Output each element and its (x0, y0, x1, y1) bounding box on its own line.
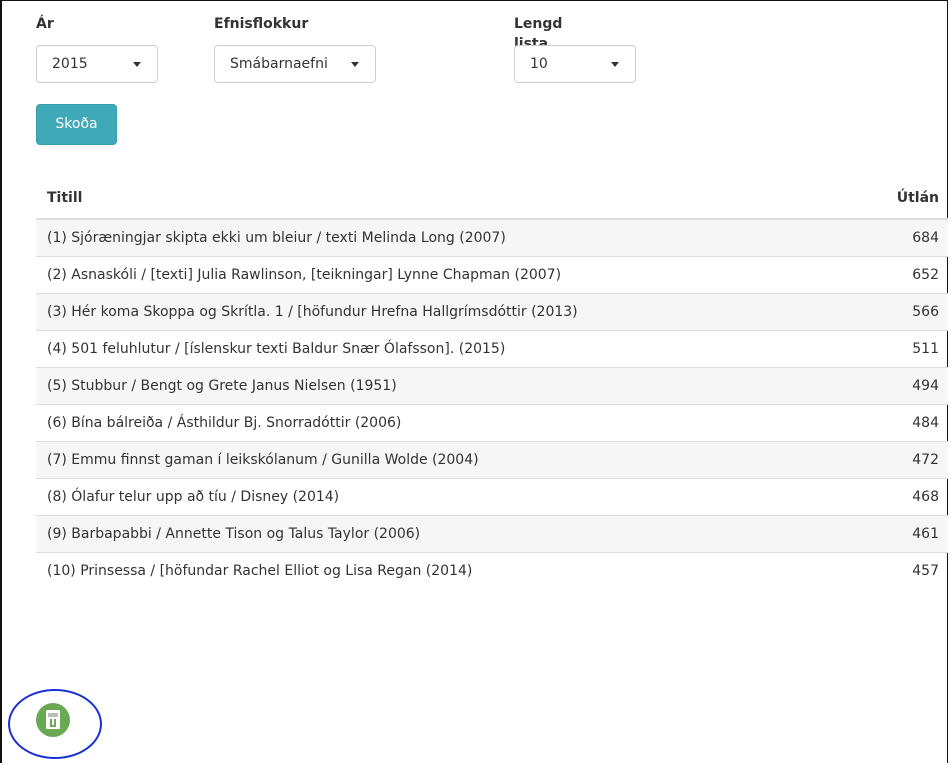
results-table: Titill Útlán (1) Sjóræningjar skipta ekk… (36, 178, 948, 589)
row-title: (9) Barbapabbi / Annette Tison og Talus … (36, 515, 854, 553)
table-row: (7) Emmu finnst gaman í leikskólanum / G… (36, 441, 948, 479)
table-row: (1) Sjóræningjar skipta ekki um bleiur /… (36, 218, 948, 257)
row-loans: 461 (853, 515, 948, 553)
column-header-loans[interactable]: Útlán (853, 178, 948, 220)
row-loans: 652 (853, 256, 948, 294)
list-length-value: 10 (530, 56, 548, 72)
row-title: (1) Sjóræningjar skipta ekki um bleiur /… (36, 218, 854, 257)
year-label: Ár (36, 16, 54, 32)
column-header-title[interactable]: Titill (36, 178, 854, 220)
table-row: (3) Hér koma Skoppa og Skrítla. 1 / [höf… (36, 293, 948, 331)
list-length-filter: Lengd lista 10 (514, 14, 636, 83)
view-button[interactable]: Skoða (36, 104, 117, 145)
chevron-down-icon (611, 62, 619, 67)
category-label: Efnisflokkur (214, 16, 309, 32)
row-title: (4) 501 feluhlutur / [íslenskur texti Ba… (36, 330, 854, 368)
table-row: (9) Barbapabbi / Annette Tison og Talus … (36, 515, 948, 553)
row-loans: 511 (853, 330, 948, 368)
row-title: (10) Prinsessa / [höfundar Rachel Elliot… (36, 552, 854, 589)
row-title: (2) Asnaskóli / [texti] Julia Rawlinson,… (36, 256, 854, 294)
row-loans: 457 (853, 552, 948, 589)
list-length-label: Lengd lista (514, 16, 563, 52)
row-title: (6) Bína bálreiða / Ásthildur Bj. Snorra… (36, 404, 854, 442)
chevron-down-icon (351, 62, 359, 67)
table-row: (6) Bína bálreiða / Ásthildur Bj. Snorra… (36, 404, 948, 442)
row-loans: 468 (853, 478, 948, 516)
category-select[interactable]: Smábarnaefni (214, 45, 376, 83)
year-filter: Ár 2015 (36, 14, 158, 83)
table-row: (8) Ólafur telur upp að tíu / Disney (20… (36, 478, 948, 516)
list-length-select[interactable]: 10 (514, 45, 636, 83)
row-loans: 484 (853, 404, 948, 442)
year-select[interactable]: 2015 (36, 45, 158, 83)
table-row: (5) Stubbur / Bengt og Grete Janus Niels… (36, 367, 948, 405)
table-header-row: Titill Útlán (36, 178, 948, 220)
category-value: Smábarnaefni (230, 56, 328, 72)
table-row: (10) Prinsessa / [höfundar Rachel Elliot… (36, 552, 948, 589)
row-loans: 472 (853, 441, 948, 479)
row-title: (3) Hér koma Skoppa og Skrítla. 1 / [höf… (36, 293, 854, 331)
year-value: 2015 (52, 56, 88, 72)
row-title: (8) Ólafur telur upp að tíu / Disney (20… (36, 478, 854, 516)
highlight-circle (8, 689, 102, 759)
row-loans: 494 (853, 367, 948, 405)
row-title: (5) Stubbur / Bengt og Grete Janus Niels… (36, 367, 854, 405)
row-loans: 684 (853, 218, 948, 257)
row-title: (7) Emmu finnst gaman í leikskólanum / G… (36, 441, 854, 479)
table-row: (2) Asnaskóli / [texti] Julia Rawlinson,… (36, 256, 948, 294)
category-filter: Efnisflokkur Smábarnaefni (214, 14, 376, 83)
row-loans: 566 (853, 293, 948, 331)
table-row: (4) 501 feluhlutur / [íslenskur texti Ba… (36, 330, 948, 368)
chevron-down-icon (133, 62, 141, 67)
